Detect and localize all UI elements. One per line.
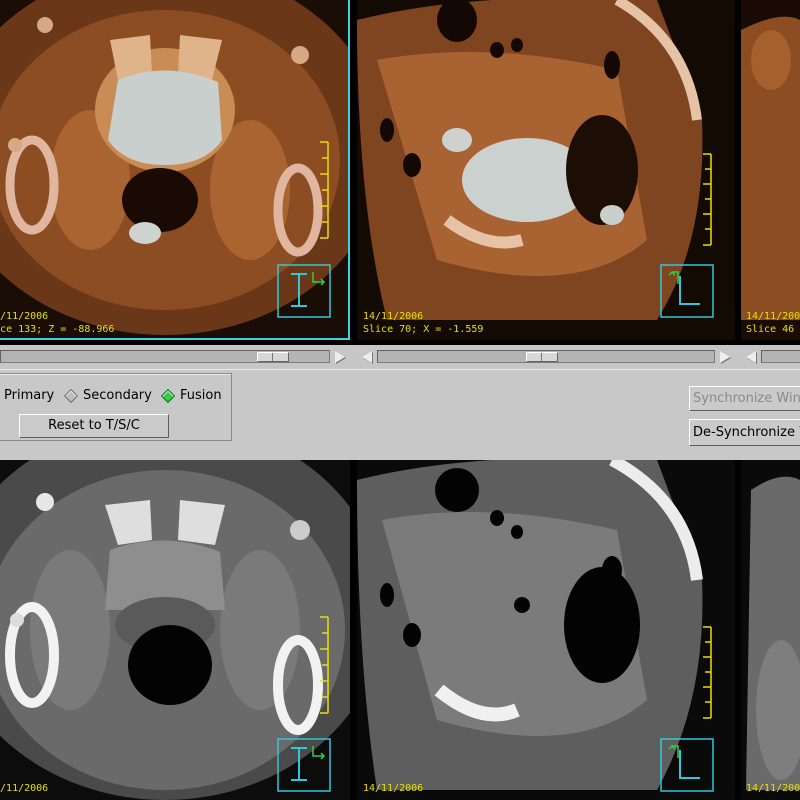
scrollbar-thumb[interactable] xyxy=(257,352,289,362)
fusion-control-panel: Primary Secondary Fusion Reset to T/S/C … xyxy=(0,369,800,460)
viewport-slice-info: Slice 46 xyxy=(746,324,795,335)
viewport-date: 14/11/2006 xyxy=(0,311,49,322)
fusion-axial-view[interactable]: 14/11/2006 Slice 133; Z = -88.966 xyxy=(0,0,350,340)
scale-ruler xyxy=(703,153,712,246)
viewport-date: 14/11/2006 xyxy=(746,783,800,794)
viewport-date: 14/11/2006 xyxy=(0,783,49,794)
viewport-slice-info: Slice 133; Z = -88.966 xyxy=(0,324,115,335)
viewport-date: 14/11/2006 xyxy=(746,311,800,322)
ct-coronal-view[interactable]: 14/11/2006 xyxy=(741,460,800,800)
viewport-date: 14/11/2006 xyxy=(363,783,424,794)
orientation-marker-icon xyxy=(660,738,714,792)
desynchronize-windows-button[interactable]: De-Synchronize Windows xyxy=(689,419,800,446)
fusion-label: Fusion xyxy=(180,388,222,403)
coronal-slice-scrollbar[interactable] xyxy=(741,345,800,369)
fusion-radio[interactable]: Fusion xyxy=(160,388,222,403)
ct-coronal-image xyxy=(741,460,800,800)
reset-tsc-button[interactable]: Reset to T/S/C xyxy=(19,414,169,438)
scroll-left-arrow-icon[interactable] xyxy=(362,351,372,363)
scroll-right-arrow-icon[interactable] xyxy=(335,351,345,363)
ct-sagittal-view[interactable]: 14/11/2006 xyxy=(357,460,735,800)
radio-diamond-selected-icon xyxy=(160,388,176,403)
fusion-coronal-image xyxy=(741,0,800,340)
scale-ruler xyxy=(320,616,329,714)
scrollbar-thumb[interactable] xyxy=(526,352,558,362)
secondary-radio[interactable]: Secondary xyxy=(63,388,152,403)
display-mode-group: Primary Secondary Fusion Reset to T/S/C xyxy=(0,373,232,441)
scale-ruler xyxy=(320,141,329,239)
radio-diamond-icon xyxy=(63,388,79,403)
sagittal-slice-scrollbar[interactable] xyxy=(357,345,735,369)
primary-label: Primary xyxy=(4,388,55,403)
scroll-right-arrow-icon[interactable] xyxy=(720,351,730,363)
orientation-marker-icon xyxy=(277,738,331,792)
scroll-left-arrow-icon[interactable] xyxy=(746,351,756,363)
orientation-marker-icon xyxy=(277,264,331,318)
slice-scrollbar-row xyxy=(0,345,800,369)
scale-ruler xyxy=(703,626,712,719)
fusion-sagittal-view[interactable]: 14/11/2006 Slice 70; X = -1.559 xyxy=(357,0,735,340)
secondary-label: Secondary xyxy=(83,388,152,403)
primary-radio[interactable]: Primary xyxy=(0,388,54,403)
viewport-slice-info: Slice 70; X = -1.559 xyxy=(363,324,484,335)
synchronize-windows-button[interactable]: Synchronize Windows xyxy=(689,386,800,411)
orientation-marker-icon xyxy=(660,264,714,318)
viewport-date: 14/11/2006 xyxy=(363,311,424,322)
ct-axial-view[interactable]: 14/11/2006 xyxy=(0,460,350,800)
fusion-coronal-view[interactable]: 14/11/2006 Slice 46 xyxy=(741,0,800,340)
axial-slice-scrollbar[interactable] xyxy=(0,345,350,369)
